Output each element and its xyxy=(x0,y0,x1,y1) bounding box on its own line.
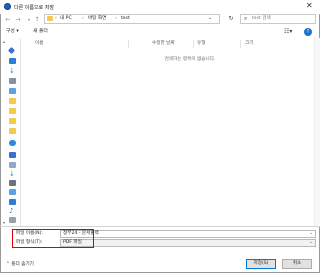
local-disk-icon[interactable] xyxy=(9,217,16,223)
empty-folder-message: 검색하는 항목이 없습니다. xyxy=(164,57,216,62)
view-options-icon[interactable]: ☷▾ xyxy=(284,28,294,36)
column-divider[interactable] xyxy=(128,40,129,48)
column-header-name[interactable]: 이름 xyxy=(35,41,43,47)
scroll-up-icon[interactable]: ▴ xyxy=(3,39,5,44)
breadcrumb-test[interactable]: test xyxy=(121,16,130,22)
pictures-icon[interactable] xyxy=(9,189,16,195)
folder-icon[interactable] xyxy=(9,98,16,104)
breadcrumb-this-pc[interactable]: 내 PC xyxy=(60,16,72,22)
back-button[interactable]: ← xyxy=(4,15,12,24)
folder-icon[interactable] xyxy=(9,128,16,134)
music-icon[interactable]: ♪ xyxy=(9,208,16,215)
pictures-icon[interactable] xyxy=(9,88,16,94)
onedrive-icon[interactable] xyxy=(9,140,16,146)
close-icon[interactable]: ✕ xyxy=(306,1,313,11)
recent-dropdown-icon[interactable]: ▾ xyxy=(25,15,33,24)
file-list-scrollbar[interactable] xyxy=(314,38,320,226)
column-header-size[interactable]: 크기 xyxy=(245,41,253,47)
column-divider[interactable] xyxy=(240,40,241,48)
search-input[interactable]: test 검색 xyxy=(252,16,271,22)
breadcrumb-separator: › xyxy=(115,16,117,21)
highlight-box xyxy=(12,229,94,248)
search-icon: ⌕ xyxy=(244,15,248,22)
dialog-title: 다른 이름으로 저장 xyxy=(14,5,54,11)
folder-icon xyxy=(47,16,53,21)
scroll-down-icon[interactable]: ▾ xyxy=(3,220,5,225)
new-folder-button[interactable]: 새 폴더 xyxy=(33,29,48,35)
cancel-button[interactable]: 취소 xyxy=(282,259,312,269)
app-icon xyxy=(4,3,11,10)
documents-icon[interactable] xyxy=(9,78,16,84)
chevron-down-icon[interactable]: ⌄ xyxy=(309,240,313,246)
column-header-modified[interactable]: 수정한 날짜 xyxy=(152,41,175,47)
help-icon[interactable]: ? xyxy=(304,28,312,36)
pane-divider[interactable] xyxy=(20,38,21,226)
desktop-icon[interactable] xyxy=(9,58,16,64)
breadcrumb-separator: › xyxy=(82,16,84,21)
chevron-down-icon[interactable]: ⌄ xyxy=(208,15,212,21)
folder-icon[interactable] xyxy=(9,108,16,114)
videos-icon[interactable] xyxy=(9,180,16,186)
organize-button[interactable]: 구성 ▾ xyxy=(6,29,19,35)
pane-divider xyxy=(0,226,320,227)
filetype-select[interactable] xyxy=(60,239,316,247)
downloads-icon[interactable]: ↓ xyxy=(9,171,16,178)
column-header-type[interactable]: 유형 xyxy=(197,41,205,47)
column-divider[interactable] xyxy=(193,40,194,48)
chevron-down-icon[interactable]: ⌄ xyxy=(309,231,313,237)
3d-objects-icon[interactable] xyxy=(9,162,16,168)
breadcrumb-desktop[interactable]: 바탕 화면 xyxy=(88,16,106,22)
refresh-icon[interactable]: ↻ xyxy=(226,14,236,24)
hide-folders-button[interactable]: ⌃ 폴더 숨기기 xyxy=(6,262,34,268)
forward-button[interactable]: → xyxy=(14,15,22,24)
desktop-icon[interactable] xyxy=(9,199,16,205)
folder-icon[interactable] xyxy=(9,118,16,124)
downloads-icon[interactable]: ↓ xyxy=(9,68,16,75)
up-button[interactable]: ↑ xyxy=(33,15,41,24)
breadcrumb-separator: › xyxy=(55,16,57,21)
save-button[interactable]: 저장(S) xyxy=(246,259,276,269)
this-pc-icon[interactable] xyxy=(9,152,16,158)
